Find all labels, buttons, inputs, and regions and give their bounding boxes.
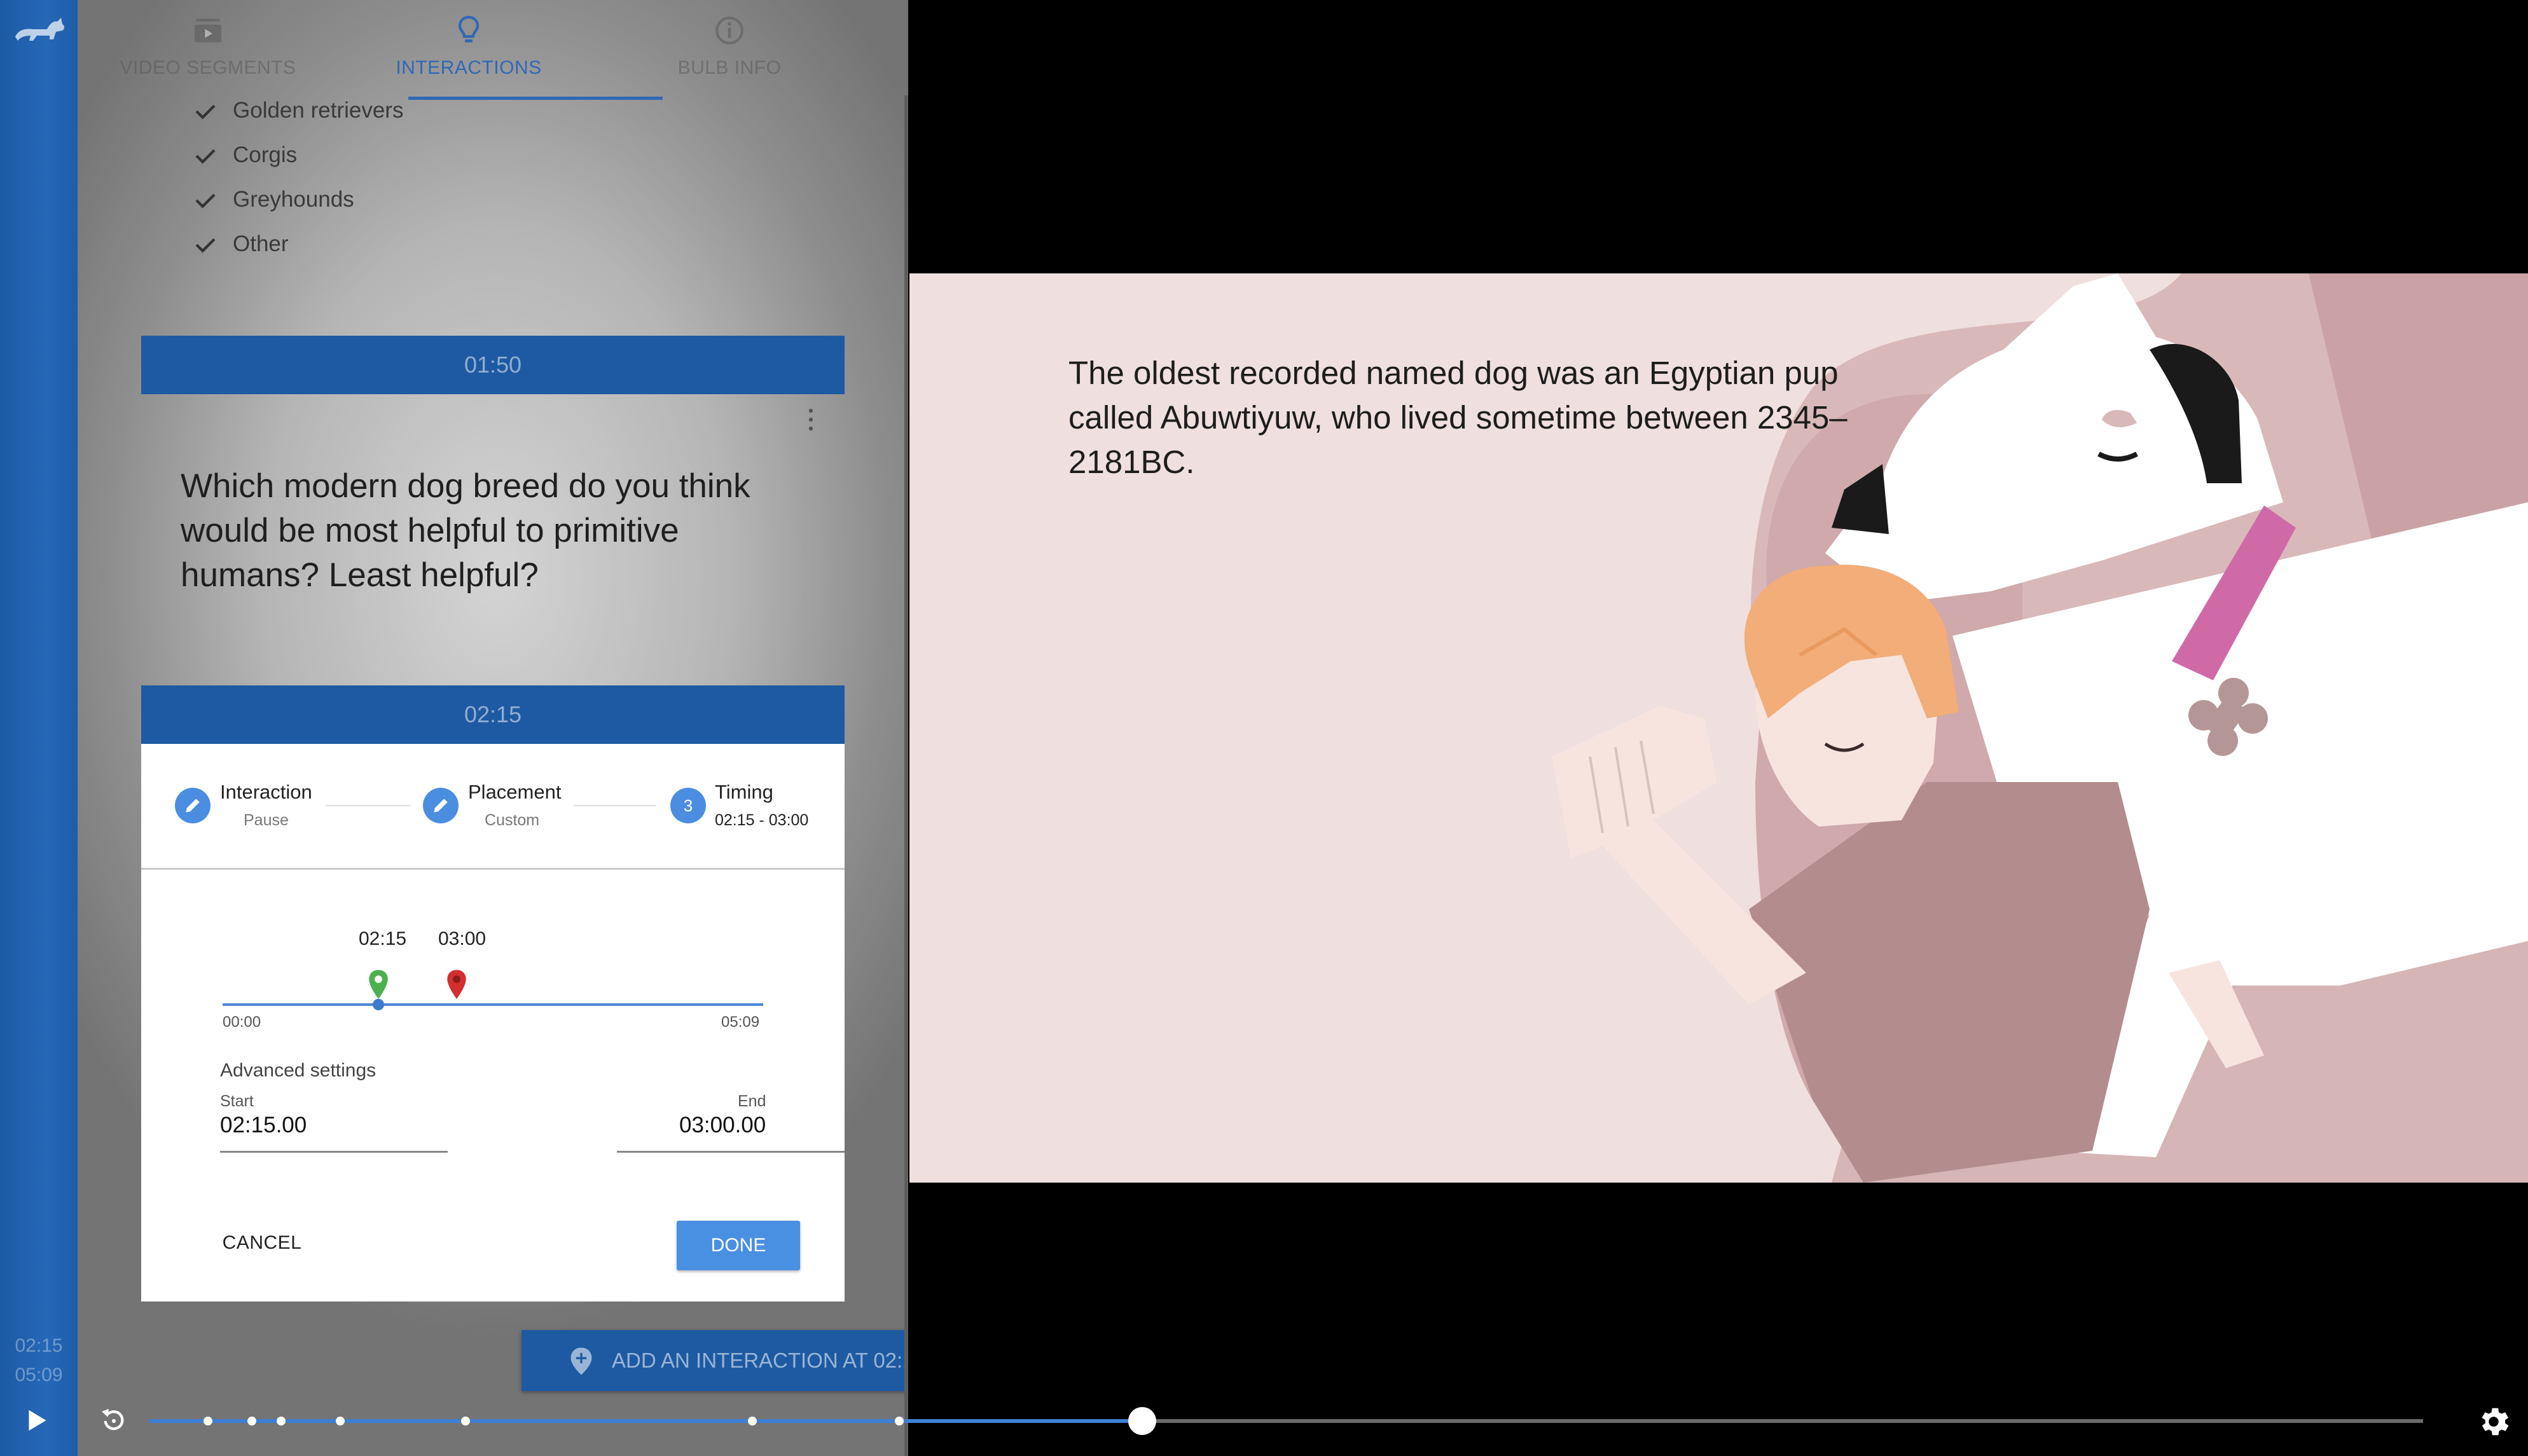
- interaction-edit-card: Interaction Pause Placement Custom 3 Tim…: [141, 744, 845, 1301]
- interaction-marker[interactable]: [336, 1417, 345, 1425]
- end-input-underline: [617, 1151, 845, 1153]
- tab-video-segments[interactable]: VIDEO SEGMENTS: [78, 0, 338, 100]
- seek-thumb[interactable]: [1128, 1407, 1156, 1435]
- interaction-time-header[interactable]: 01:50: [141, 336, 845, 394]
- interaction-time-header[interactable]: 02:15: [141, 685, 845, 744]
- info-icon: [715, 17, 743, 45]
- check-icon: [195, 238, 216, 253]
- edit-icon: [186, 799, 200, 813]
- interaction-marker[interactable]: [895, 1417, 904, 1425]
- rail-duration: 05:09: [15, 1364, 63, 1385]
- interaction-marker[interactable]: [247, 1417, 256, 1425]
- tab-label: VIDEO SEGMENTS: [120, 57, 296, 78]
- timeline-start-label: 02:15: [359, 928, 407, 949]
- check-icon: [195, 149, 216, 164]
- add-interaction-button[interactable]: ADD AN INTERACTION AT 02:15: [521, 1330, 908, 1391]
- step-interaction[interactable]: [175, 788, 211, 823]
- step-connector: [574, 805, 656, 806]
- timeline-current-dot: [373, 999, 384, 1010]
- more-options-icon[interactable]: [805, 407, 817, 432]
- cancel-button[interactable]: CANCEL: [208, 1218, 316, 1268]
- settings-gear-icon[interactable]: [2475, 1403, 2512, 1440]
- done-button[interactable]: DONE: [677, 1221, 800, 1270]
- advanced-settings-label[interactable]: Advanced settings: [220, 1060, 376, 1082]
- video-segments-icon: [195, 18, 221, 43]
- interaction-marker[interactable]: [277, 1417, 286, 1425]
- tab-bulb-info[interactable]: BULB INFO: [599, 0, 860, 100]
- step-connector: [326, 805, 411, 806]
- edit-icon: [434, 799, 448, 813]
- timeline-min-label: 00:00: [223, 1013, 261, 1031]
- add-location-pin-icon: [570, 1347, 592, 1375]
- step-timing[interactable]: 3: [670, 788, 706, 823]
- video-fact-caption: The oldest recorded named dog was an Egy…: [1068, 355, 1848, 480]
- dog-logo-icon[interactable]: [11, 11, 66, 50]
- interaction-marker[interactable]: [204, 1417, 212, 1425]
- start-input-underline: [220, 1151, 448, 1153]
- step-subtitle: 02:15 - 03:00: [715, 811, 809, 829]
- add-interaction-label: ADD AN INTERACTION AT 02:15: [612, 1349, 908, 1372]
- step-subtitle: Custom: [485, 811, 540, 829]
- interaction-marker[interactable]: [748, 1417, 757, 1425]
- replay-icon[interactable]: [99, 1404, 128, 1435]
- interactions-panel: VIDEO SEGMENTS INTERACTIONS BULB INFO Go…: [78, 0, 908, 1456]
- check-icon: [195, 104, 216, 120]
- end-time-input[interactable]: 03:00.00: [679, 1113, 766, 1138]
- check-icon: [195, 193, 216, 209]
- panel-divider[interactable]: [904, 95, 908, 1456]
- play-icon[interactable]: [25, 1408, 48, 1433]
- interaction-question: Which modern dog breed do you think woul…: [181, 467, 750, 594]
- seek-bar-progress: [149, 1419, 1142, 1423]
- step-title: Timing: [715, 781, 773, 803]
- timeline-end-label: 03:00: [438, 928, 487, 949]
- stepper: Interaction Pause Placement Custom 3 Tim…: [141, 744, 845, 870]
- tab-interactions[interactable]: INTERACTIONS: [338, 0, 599, 100]
- end-field-label: End: [738, 1092, 766, 1110]
- timeline-max-label: 05:09: [721, 1013, 760, 1031]
- interaction-marker[interactable]: [461, 1417, 470, 1425]
- start-time-input[interactable]: 02:15.00: [220, 1113, 307, 1138]
- step-title: Placement: [468, 781, 562, 803]
- panel-tabs: VIDEO SEGMENTS INTERACTIONS BULB INFO: [78, 0, 908, 100]
- rail-current-time: 02:15: [15, 1335, 63, 1356]
- end-pin-icon[interactable]: [445, 969, 468, 1001]
- tab-label: BULB INFO: [677, 57, 782, 78]
- step-subtitle: Pause: [244, 811, 289, 829]
- timing-timeline-fill: [223, 1003, 763, 1006]
- left-rail: 02:15 05:09: [0, 0, 78, 1456]
- tab-label: INTERACTIONS: [396, 57, 542, 78]
- start-field-label: Start: [220, 1092, 254, 1110]
- step-title: Interaction: [220, 781, 312, 803]
- step-placement[interactable]: [423, 788, 459, 823]
- start-pin-icon[interactable]: [367, 969, 390, 1001]
- active-tab-indicator: [408, 97, 663, 100]
- lightbulb-icon: [458, 15, 480, 43]
